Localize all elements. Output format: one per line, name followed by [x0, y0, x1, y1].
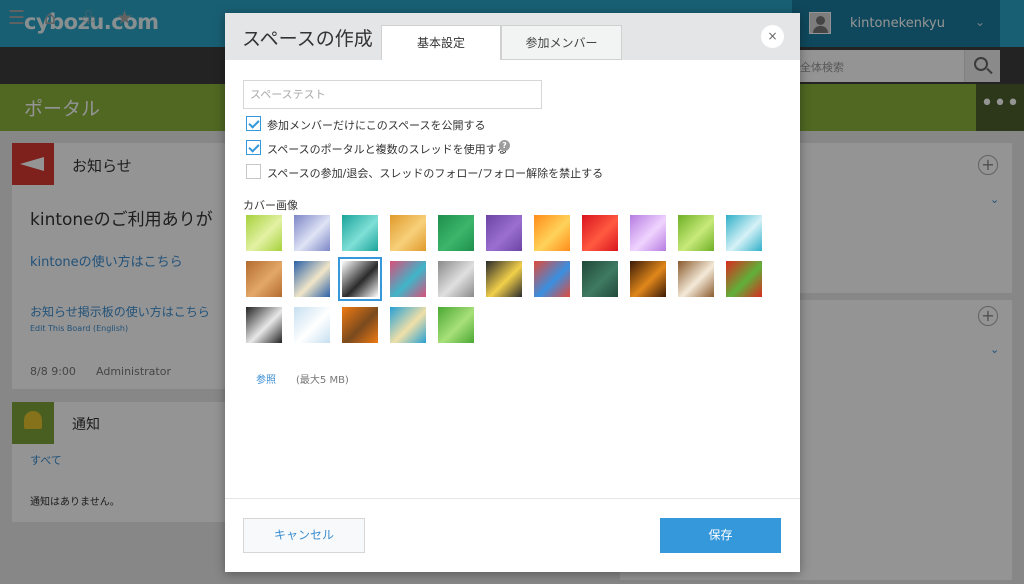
cover-thumb-wood-parquet[interactable] — [246, 261, 282, 297]
cover-thumb-beach-palm[interactable] — [390, 307, 426, 343]
cover-thumb-colored-pencils-stack[interactable] — [390, 261, 426, 297]
multiple-threads-checkbox[interactable] — [246, 140, 261, 155]
create-space-dialog: スペースの作成 基本設定 参加メンバー × 参加メンバーだけにこのスペースを公開… — [225, 13, 800, 572]
max-size-note: (最大5 MB) — [296, 375, 349, 386]
cover-thumb-orange-texture[interactable] — [390, 215, 426, 251]
cover-thumb-purple-bloom[interactable] — [630, 215, 666, 251]
cover-thumb-blue-tiles[interactable] — [294, 261, 330, 297]
cover-thumb-keyboard[interactable] — [438, 261, 474, 297]
cover-thumb-oranges-basket[interactable] — [342, 307, 378, 343]
cover-thumb-green-fabric[interactable] — [438, 215, 474, 251]
members-only-label[interactable]: 参加メンバーだけにこのスペースを公開する — [267, 117, 485, 133]
cover-thumb-crayons[interactable] — [534, 261, 570, 297]
prohibit-join-leave-checkbox[interactable] — [246, 164, 261, 179]
cover-thumb-lightbulb-chalk[interactable] — [582, 261, 618, 297]
cover-thumb-bamboo[interactable] — [438, 307, 474, 343]
cover-thumb-teal-cubes[interactable] — [726, 215, 762, 251]
cover-image-label: カバー画像 — [243, 199, 298, 212]
cover-thumb-phone-handset[interactable] — [246, 307, 282, 343]
cover-thumb-vegetables[interactable] — [726, 261, 762, 297]
cover-thumb-snowy-trees[interactable] — [294, 307, 330, 343]
prohibit-join-leave-label[interactable]: スペースの参加/退会、スレッドのフォロー/フォロー解除を禁止する — [267, 165, 603, 181]
footer-divider — [225, 498, 800, 499]
cover-thumb-red-flower[interactable] — [582, 215, 618, 251]
help-icon[interactable]: ? — [499, 140, 510, 151]
cover-thumb-purple-fabric[interactable] — [486, 215, 522, 251]
cancel-button[interactable]: キャンセル — [243, 518, 365, 553]
close-icon[interactable]: × — [761, 25, 784, 48]
multiple-threads-label[interactable]: スペースのポータルと複数のスレッドを使用する — [267, 141, 508, 157]
browse-link[interactable]: 参照 — [256, 371, 276, 386]
cover-thumb-green-wave[interactable] — [246, 215, 282, 251]
cover-thumb-doodle-dark[interactable] — [486, 261, 522, 297]
members-only-checkbox[interactable] — [246, 116, 261, 131]
cover-thumb-latte-art[interactable] — [678, 261, 714, 297]
tab-basic-settings[interactable]: 基本設定 — [381, 25, 501, 60]
dialog-title: スペースの作成 — [242, 28, 373, 50]
tab-members[interactable]: 参加メンバー — [501, 25, 622, 60]
space-name-input[interactable] — [243, 80, 542, 109]
cover-thumb-lavender-blur[interactable] — [294, 215, 330, 251]
cover-thumb-teal-water[interactable] — [342, 215, 378, 251]
cover-thumb-green-leaf[interactable] — [678, 215, 714, 251]
save-button[interactable]: 保存 — [660, 518, 781, 553]
cover-thumb-compass[interactable] — [338, 257, 382, 301]
cover-thumb-sunset-dark[interactable] — [630, 261, 666, 297]
cover-thumb-orange-flower[interactable] — [534, 215, 570, 251]
